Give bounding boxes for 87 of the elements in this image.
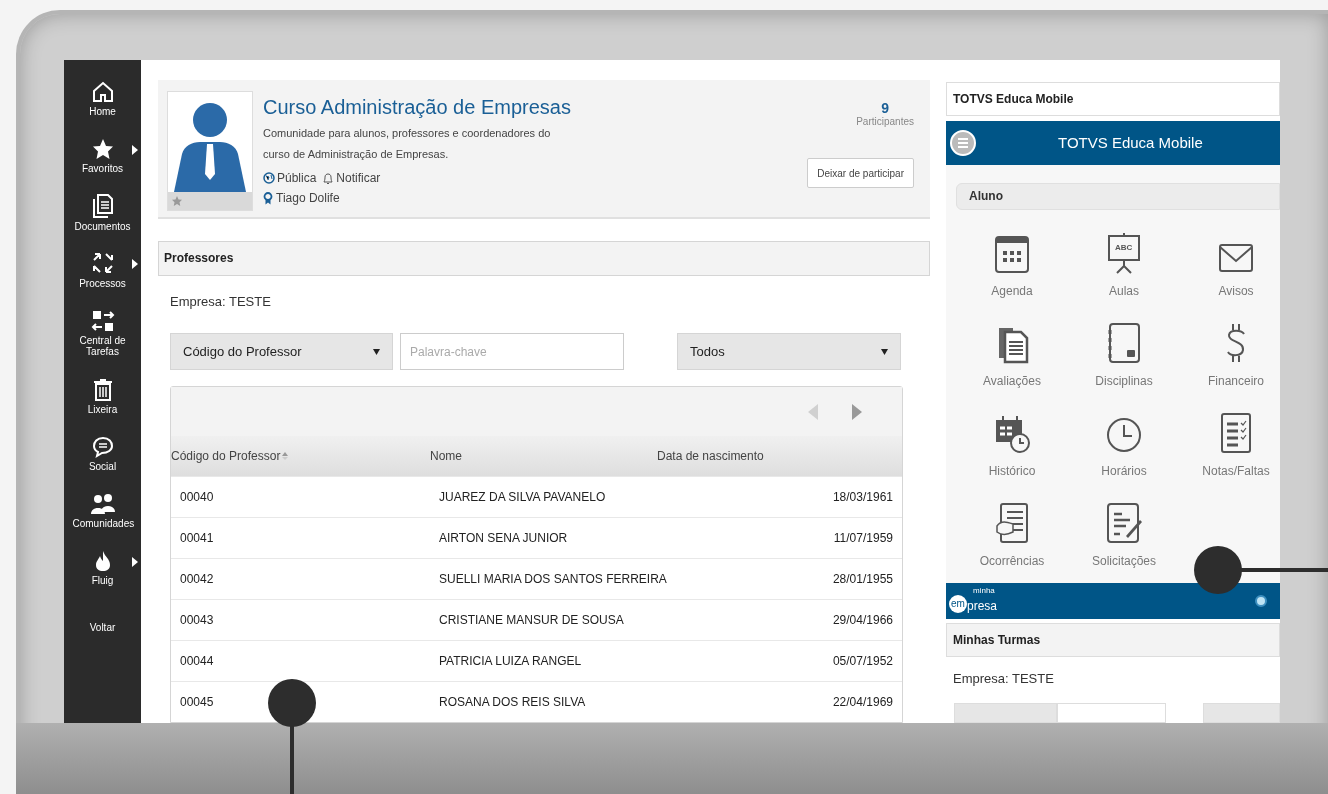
- dropdown[interactable]: [954, 703, 1057, 723]
- menu-tile[interactable]: Notas/Faltas: [1180, 397, 1280, 488]
- table-cell-text: 28/01/1955: [831, 571, 893, 588]
- company-label: Empresa: TESTE: [953, 669, 1055, 688]
- caret-icon: [373, 348, 380, 355]
- sidebar-item[interactable]: Favoritos: [64, 127, 141, 184]
- table-cell-text: 29/04/1966: [831, 612, 893, 629]
- sidebar-item[interactable]: Fluig: [64, 539, 141, 596]
- chat-icon: [90, 435, 115, 459]
- notify-toggle[interactable]: Notificar: [322, 169, 381, 187]
- sidebar-item[interactable]: Voltar: [64, 598, 141, 655]
- trash-icon: [91, 378, 114, 402]
- participants-count: 9: [881, 100, 889, 116]
- clock-icon: [1105, 415, 1143, 454]
- dropdown[interactable]: Todos: [677, 333, 901, 370]
- table-cell-text: ROSANA DOS REIS SILVA: [439, 694, 587, 711]
- participants-label: Participantes: [856, 116, 914, 128]
- dropdown[interactable]: [1203, 703, 1280, 723]
- globe-icon: [263, 172, 275, 184]
- table-cell-text: 00043: [180, 612, 215, 629]
- column-header[interactable]: Data de nascimento: [657, 447, 902, 465]
- home-icon: [90, 80, 115, 104]
- calendar-clock-icon: [994, 413, 1030, 454]
- sidebar-item[interactable]: Comunidades: [64, 482, 141, 539]
- menu-tile[interactable]: Financeiro: [1180, 307, 1280, 398]
- edit-document-icon: [1106, 501, 1142, 544]
- document-icon: [90, 193, 115, 219]
- sidebar-item[interactable]: Home: [64, 70, 141, 127]
- table-cell-text: 00044: [180, 653, 215, 670]
- owner-name: Tiago Dolife: [276, 190, 340, 207]
- next-arrow-icon[interactable]: [852, 403, 862, 420]
- table-cell-text: 18/03/1961: [831, 489, 893, 506]
- menu-button[interactable]: [950, 130, 976, 156]
- section-header: Aluno: [956, 182, 1280, 210]
- caret-icon: [881, 348, 888, 355]
- leave-button[interactable]: Deixar de participar: [807, 158, 914, 188]
- sidebar-item[interactable]: Social: [64, 425, 141, 482]
- people-icon: [88, 492, 117, 516]
- menu-tile[interactable]: Ocorrências: [956, 487, 1068, 578]
- company-label: Empresa: TESTE: [170, 292, 272, 311]
- column-header[interactable]: Nome: [430, 447, 657, 465]
- keyword-input[interactable]: Palavra-chave: [400, 333, 624, 370]
- panel-title: TOTVS Educa Mobile: [946, 82, 1280, 117]
- sidebar-item[interactable]: Documentos: [64, 184, 141, 241]
- table-cell-text: 00045: [180, 694, 215, 711]
- task-exchange-icon: [90, 309, 115, 333]
- menu-tile[interactable]: Avaliações: [956, 307, 1068, 398]
- table-cell-text: 22/04/1969: [831, 694, 893, 711]
- section-title: Minhas Turmas: [946, 623, 1280, 657]
- menu-tile[interactable]: Agenda: [956, 217, 1068, 308]
- table-cell-text: PATRICIA LUIZA RANGEL: [439, 653, 583, 670]
- checklist-icon: [1220, 411, 1252, 454]
- table-cell-text: 00041: [180, 530, 215, 547]
- app-title: TOTVS Educa Mobile: [1058, 132, 1203, 153]
- envelope-icon: [1218, 241, 1254, 274]
- sidebar-item[interactable]: Lixeira: [64, 368, 141, 425]
- menu-tile[interactable]: Avisos: [1180, 217, 1280, 308]
- dropdown[interactable]: Código do Professor: [170, 333, 393, 370]
- table-cell-text: 00042: [180, 571, 215, 588]
- bell-icon: [322, 171, 335, 185]
- table-cell-text: 05/07/1952: [831, 653, 893, 670]
- menu-tile[interactable]: Histórico: [956, 397, 1068, 488]
- menu-tile[interactable]: Solicitações: [1068, 487, 1180, 578]
- notebook-icon: [1107, 321, 1141, 364]
- table-cell-text: 00040: [180, 489, 215, 506]
- hand-on-document-icon: [995, 501, 1029, 544]
- visibility-label[interactable]: Pública: [263, 169, 317, 187]
- globe-icon: [1255, 594, 1267, 607]
- community-description: Comunidade para alunos, professores e coordenadores do curso de Administração de Empresas.: [263, 126, 552, 162]
- input-field[interactable]: [1056, 703, 1167, 723]
- table-cell-text: CRISTIANE MANSUR DE SOUSA: [439, 612, 625, 629]
- sidebar-item[interactable]: Central de Tarefas: [64, 298, 141, 368]
- sidebar-item[interactable]: Processos: [64, 241, 141, 298]
- menu-tile[interactable]: ABC Aulas: [1068, 217, 1180, 308]
- table-cell-text: SUELLI MARIA DOS SANTOS FERREIRA: [439, 571, 668, 588]
- community-title: Curso Administração de Empresas: [263, 95, 572, 119]
- ribbon-icon: [263, 191, 273, 205]
- star-icon: [90, 137, 115, 161]
- table-cell-text: 11/07/1959: [832, 530, 893, 547]
- section-title: Professores: [158, 240, 930, 276]
- table-cell-text: AIRTON SENA JUNIOR: [439, 530, 569, 547]
- table-cell-text: JUAREZ DA SILVA PAVANELO: [439, 489, 607, 506]
- calendar-icon: [994, 233, 1030, 274]
- dollar-sign-icon: [1225, 321, 1247, 364]
- menu-tile[interactable]: Horários: [1068, 397, 1180, 488]
- column-header[interactable]: Código do Professor: [171, 447, 430, 465]
- menu-tile[interactable]: Disciplinas: [1068, 307, 1180, 398]
